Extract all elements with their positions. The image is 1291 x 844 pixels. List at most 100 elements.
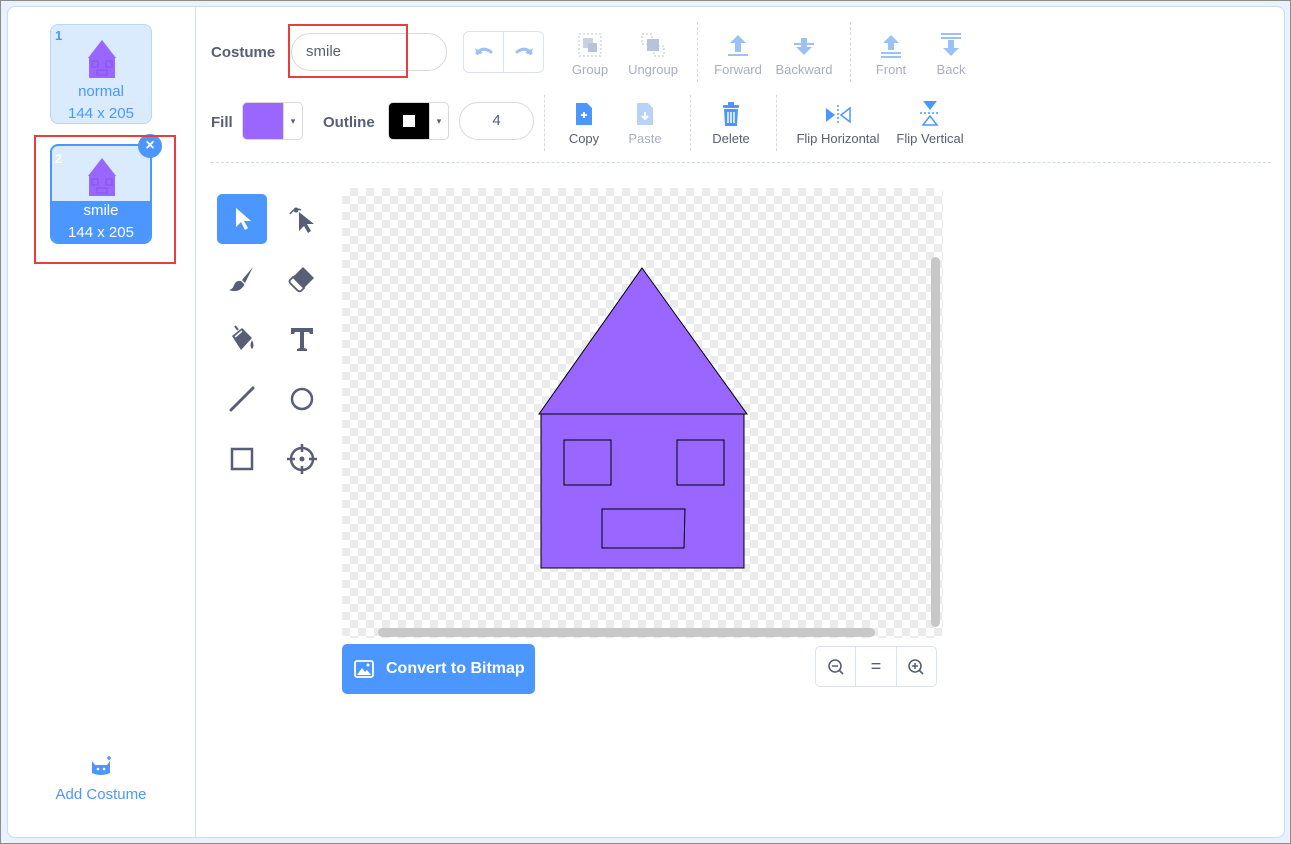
eraser-icon	[288, 267, 314, 293]
back-label: Back	[936, 62, 966, 77]
forward-icon	[728, 35, 748, 56]
forward-button[interactable]: Forward	[711, 28, 765, 77]
costume-list: 1 normal 144 x 205 2 smile 144 x 205 × A…	[8, 7, 196, 837]
outline-color-swatch	[389, 103, 429, 139]
costume-size: 144 x 205	[68, 105, 134, 122]
arrow-pointer-icon	[236, 208, 251, 230]
bitmap-image-icon	[354, 660, 374, 678]
costume-thumbnail	[88, 40, 116, 78]
forward-label: Forward	[714, 62, 762, 77]
house-drawing[interactable]	[342, 188, 943, 638]
flip-vertical-label: Flip Vertical	[896, 131, 964, 146]
outline-label: Outline	[323, 114, 375, 131]
fill-color-picker[interactable]: ▾	[242, 102, 303, 140]
paint-bucket-icon	[232, 325, 254, 350]
front-icon	[881, 35, 901, 58]
zoom-reset-button[interactable]: =	[855, 647, 895, 686]
costume-tile-normal[interactable]: 1 normal 144 x 205	[50, 24, 152, 124]
trash-icon	[723, 102, 739, 126]
line-icon	[229, 386, 255, 412]
toolbar-divider	[850, 22, 851, 82]
group-label: Group	[571, 62, 609, 77]
caret-down-icon: ▾	[429, 103, 448, 139]
undo-icon	[474, 47, 492, 55]
costume-label: Costume	[211, 44, 276, 61]
paste-icon	[637, 103, 653, 125]
rectangle-icon	[230, 447, 254, 471]
zoom-controls: =	[815, 646, 937, 687]
fill-tool[interactable]	[217, 314, 267, 364]
brush-icon	[229, 267, 253, 292]
zoom-out-icon	[827, 658, 844, 675]
fill-label: Fill	[211, 114, 233, 131]
horizontal-scrollbar[interactable]	[378, 628, 875, 637]
costume-name: normal	[78, 83, 124, 100]
crosshair-icon	[287, 444, 317, 474]
circle-tool[interactable]	[277, 374, 327, 424]
toolbar-divider	[544, 95, 545, 151]
redo-button[interactable]	[504, 32, 543, 72]
outline-color-picker[interactable]: ▾	[388, 102, 449, 140]
circle-icon	[290, 387, 314, 411]
convert-label: Convert to Bitmap	[386, 660, 525, 677]
highlight-box-costume	[34, 135, 176, 264]
rectangle-tool[interactable]	[217, 434, 267, 484]
flip-horizontal-button[interactable]: Flip Horizontal	[791, 97, 885, 146]
zoom-in-icon	[908, 658, 924, 675]
text-tool[interactable]	[277, 314, 327, 364]
fill-color-swatch	[243, 103, 283, 139]
select-tool[interactable]	[217, 194, 267, 244]
copy-button[interactable]: Copy	[561, 97, 607, 146]
toolbar-divider	[697, 22, 698, 82]
group-icon	[578, 33, 602, 57]
flip-horizontal-label: Flip Horizontal	[796, 131, 880, 146]
paint-editor-panel: 1 normal 144 x 205 2 smile 144 x 205 × A…	[7, 6, 1285, 838]
back-icon	[941, 33, 961, 56]
costume-number: 1	[55, 28, 63, 43]
vertical-scrollbar[interactable]	[931, 257, 940, 627]
window-frame: 1 normal 144 x 205 2 smile 144 x 205 × A…	[0, 0, 1291, 844]
backward-button[interactable]: Backward	[773, 28, 835, 77]
zoom-in-button[interactable]	[895, 647, 936, 686]
add-costume-label: Add Costume	[55, 786, 147, 803]
toolbar-divider	[690, 95, 691, 151]
backward-icon	[794, 38, 814, 55]
outline-width-input[interactable]: 4	[459, 102, 534, 140]
ungroup-label: Ungroup	[628, 62, 678, 77]
copy-icon	[576, 103, 592, 125]
ungroup-button[interactable]: Ungroup	[624, 28, 682, 77]
convert-to-bitmap-button[interactable]: Convert to Bitmap	[342, 644, 535, 694]
delete-button[interactable]: Delete	[708, 97, 754, 146]
flip-vertical-icon	[920, 101, 940, 126]
undo-button[interactable]	[464, 32, 504, 72]
paste-button[interactable]: Paste	[621, 97, 669, 146]
delete-label: Delete	[712, 131, 750, 146]
paint-canvas[interactable]	[342, 188, 943, 638]
add-costume-button[interactable]: Add Costume	[38, 755, 164, 803]
toolbar-separator	[211, 162, 1271, 163]
copy-label: Copy	[568, 131, 600, 146]
flip-vertical-button[interactable]: Flip Vertical	[892, 97, 968, 146]
reshape-tool[interactable]	[277, 194, 327, 244]
front-button[interactable]: Front	[866, 28, 916, 77]
zoom-out-button[interactable]	[816, 647, 855, 686]
flip-horizontal-icon	[826, 105, 851, 125]
highlight-box-name	[288, 24, 408, 78]
toolbar-divider	[776, 95, 777, 151]
center-tool[interactable]	[277, 434, 327, 484]
text-t-icon	[291, 328, 313, 351]
brush-tool[interactable]	[217, 254, 267, 304]
backward-label: Backward	[775, 62, 833, 77]
ungroup-icon	[641, 33, 665, 57]
reshape-icon	[289, 207, 314, 233]
caret-down-icon: ▾	[283, 103, 302, 139]
group-button[interactable]: Group	[565, 28, 615, 77]
back-button[interactable]: Back	[926, 28, 976, 77]
redo-icon	[515, 47, 533, 55]
cat-plus-icon	[92, 756, 111, 775]
paste-label: Paste	[628, 131, 662, 146]
front-label: Front	[875, 62, 907, 77]
undo-redo-group	[463, 31, 544, 73]
line-tool[interactable]	[217, 374, 267, 424]
eraser-tool[interactable]	[277, 254, 327, 304]
